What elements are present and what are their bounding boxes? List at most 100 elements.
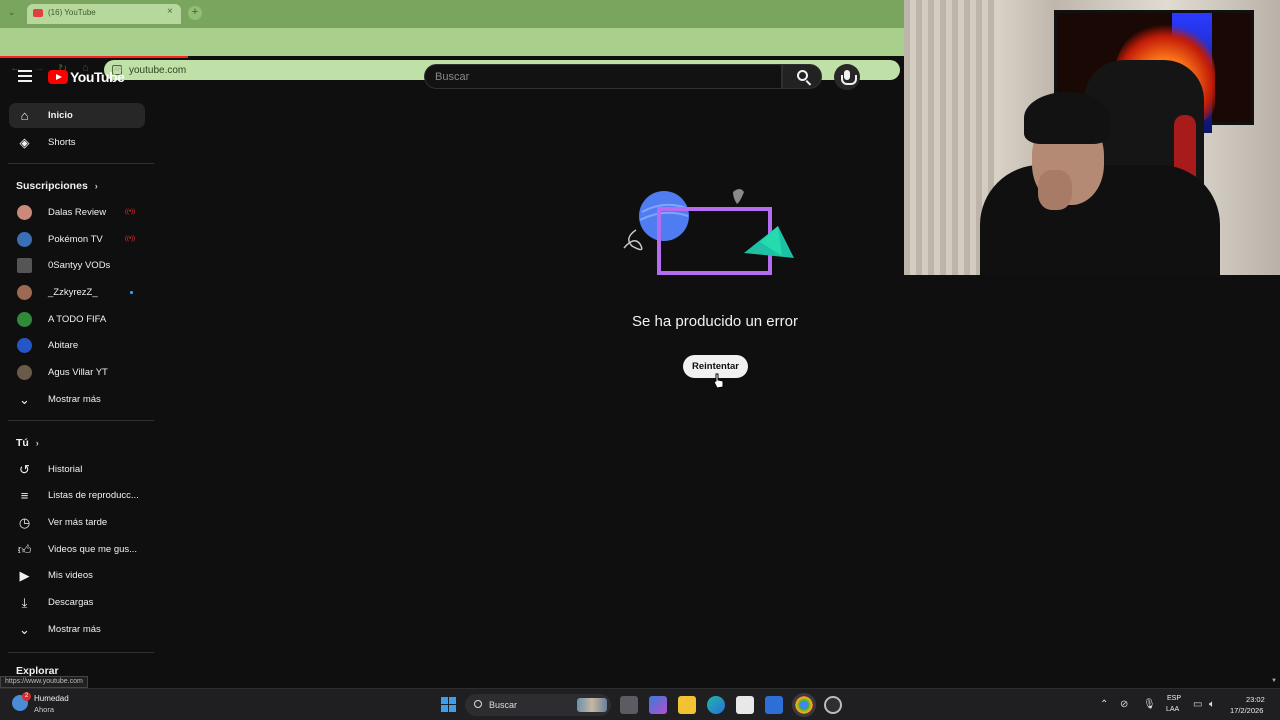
show-more-label: Mostrar más	[48, 624, 101, 635]
sidebar-item-label: Listas de reproducc...	[48, 490, 139, 501]
you-heading[interactable]: Tú ›	[16, 437, 39, 449]
sidebar-item-historial[interactable]: ↺ Historial	[9, 457, 145, 482]
sidebar-subscription[interactable]: Abitare	[9, 333, 145, 358]
forward-icon[interactable]: →	[34, 62, 45, 74]
tray-overflow-icon[interactable]: ⌃	[1100, 699, 1108, 710]
opera-gx-icon[interactable]	[824, 696, 842, 714]
avatar	[17, 205, 32, 220]
sidebar-subscription[interactable]: Dalas Review ((•))	[9, 200, 145, 225]
sidebar-subscription[interactable]: Pokémon TV ((•))	[9, 227, 145, 252]
search-button[interactable]	[782, 64, 822, 89]
sidebar-subscription[interactable]: 0Santyy VODs	[9, 253, 145, 278]
live-indicator-icon: ((•))	[125, 236, 136, 242]
history-icon: ↺	[19, 462, 30, 477]
sidebar-item-watch-later[interactable]: ◷ Ver más tarde	[9, 510, 145, 535]
browser-tab-youtube[interactable]: (16) YouTube ×	[27, 4, 181, 24]
chevron-down-icon: ⌄	[19, 392, 30, 407]
sidebar-item-label: Descargas	[48, 597, 94, 608]
chrome-icon[interactable]	[792, 693, 816, 717]
sidebar-item-label: Historial	[48, 464, 83, 475]
sidebar-divider	[8, 163, 154, 164]
voice-search-button[interactable]	[834, 64, 860, 90]
error-message: Se ha producido un error	[632, 313, 798, 330]
clock-date[interactable]: 17/2/2026	[1230, 706, 1263, 715]
subscription-name: Pokémon TV	[48, 234, 103, 245]
webcam-overlay	[904, 0, 1280, 275]
subscription-name: _ZzkyrezZ_	[48, 287, 98, 298]
loading-progress-bar	[0, 56, 188, 58]
sidebar-subscription[interactable]: Agus Villar YT	[9, 360, 145, 385]
sidebar-item-label: Shorts	[48, 137, 76, 148]
url-text: youtube.com	[129, 65, 187, 76]
task-view-icon[interactable]	[620, 696, 638, 714]
display-icon[interactable]: ▭	[1193, 699, 1202, 710]
sidebar-divider	[8, 420, 154, 421]
network-off-icon[interactable]: ⊘	[1120, 699, 1128, 710]
browser-tab-bar: ⌄ (16) YouTube × +	[0, 0, 904, 28]
avatar	[17, 365, 32, 380]
playlist-icon: ≡	[20, 488, 29, 503]
webcam-person-hand	[1038, 170, 1072, 210]
home-icon: ⌂	[20, 108, 29, 123]
sidebar-item-shorts[interactable]: ◈ Shorts	[9, 130, 145, 155]
store-icon[interactable]	[736, 696, 754, 714]
sidebar-item-liked-videos[interactable]: 👍︎ Videos que me gus...	[9, 537, 145, 562]
chevron-right-icon: ›	[94, 181, 98, 191]
weather-sublabel: Ahora	[34, 705, 55, 714]
edge-icon[interactable]	[707, 696, 725, 714]
windows-taskbar: 2 Humedad Ahora Buscar ⌃ ⊘ 🎙︎ ESP LAA ▭ …	[0, 688, 1280, 720]
weather-label: Humedad	[34, 694, 69, 703]
tab-close-icon[interactable]: ×	[167, 6, 173, 17]
subscription-name: Abitare	[48, 340, 79, 351]
sidebar-item-label: Mis videos	[48, 570, 93, 581]
subscriptions-heading[interactable]: Suscripciones ›	[16, 180, 98, 192]
illustration-leaf	[733, 189, 744, 204]
you-show-more[interactable]: ⌄ Mostrar más	[9, 617, 145, 642]
video-icon: ▶	[19, 568, 30, 583]
new-tab-button[interactable]: +	[188, 6, 202, 20]
clock-icon: ◷	[18, 515, 31, 530]
sidebar-item-playlists[interactable]: ≡ Listas de reproducc...	[9, 483, 145, 508]
show-more-label: Mostrar más	[48, 394, 101, 405]
subscriptions-show-more[interactable]: ⌄ Mostrar más	[9, 387, 145, 412]
youtube-favicon-icon	[33, 9, 43, 17]
sidebar-item-inicio[interactable]: ⌂ Inicio	[9, 103, 145, 128]
language-code[interactable]: ESP	[1167, 695, 1181, 702]
mail-icon[interactable]	[765, 696, 783, 714]
subscription-name: Agus Villar YT	[48, 367, 108, 378]
error-illustration	[623, 189, 794, 275]
you-title: Tú	[16, 437, 29, 449]
sidebar-subscription[interactable]: A TODO FIFA	[9, 307, 145, 332]
volume-icon[interactable]: 🔈︎	[1209, 699, 1215, 710]
search-icon	[797, 70, 808, 81]
sidebar-item-my-videos[interactable]: ▶ Mis videos	[9, 563, 145, 588]
tab-title: (16) YouTube	[48, 8, 96, 17]
webcam-person-cap	[1024, 92, 1110, 144]
file-explorer-icon[interactable]	[678, 696, 696, 714]
youtube-play-icon	[48, 70, 68, 84]
clock-time[interactable]: 23:02	[1246, 695, 1265, 704]
sidebar-item-label: Ver más tarde	[48, 517, 108, 528]
search-input[interactable]: Buscar	[424, 64, 782, 89]
shorts-icon: ◈	[19, 135, 30, 150]
thumbs-up-icon: 👍︎	[17, 542, 32, 557]
sidebar-item-label: Inicio	[48, 110, 73, 121]
taskbar-search[interactable]: Buscar	[465, 694, 611, 716]
sidebar-subscription[interactable]: _ZzkyrezZ_	[9, 280, 145, 305]
keyboard-layout[interactable]: LAA	[1166, 706, 1179, 713]
hamburger-menu-icon[interactable]	[18, 70, 32, 82]
search-highlight-image	[577, 698, 607, 712]
mic-tray-icon[interactable]: 🎙︎	[1143, 699, 1156, 710]
start-windows-icon[interactable]	[441, 697, 457, 713]
chevron-down-icon: ⌄	[19, 622, 30, 637]
copilot-icon[interactable]	[649, 696, 667, 714]
tab-list-chevron-icon[interactable]: ⌄	[8, 7, 16, 18]
sidebar-item-downloads[interactable]: ⤓ Descargas	[9, 590, 145, 615]
illustration-squiggle	[623, 229, 643, 251]
subscription-name: A TODO FIFA	[48, 314, 107, 325]
hand-cursor-icon	[713, 373, 724, 389]
status-bar-url: https://www.youtube.com	[0, 676, 88, 688]
live-indicator-icon: ((•))	[125, 209, 136, 215]
illustration-circle	[639, 191, 689, 241]
scroll-down-arrow-icon[interactable]: ▼	[1271, 678, 1277, 684]
